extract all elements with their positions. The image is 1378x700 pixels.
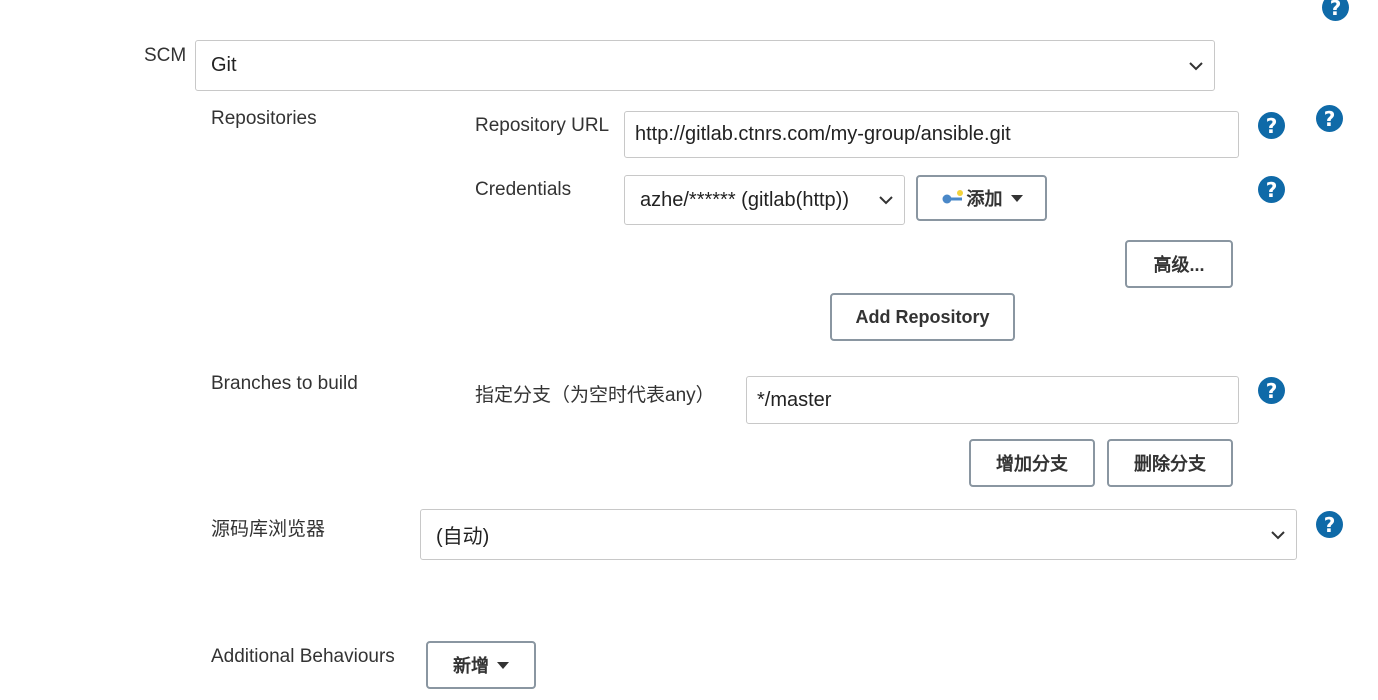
chevron-down-icon [1189,61,1203,70]
repo-browser-select[interactable]: (自动) [420,509,1297,560]
repository-url-label: Repository URL [475,115,610,136]
help-icon[interactable]: ? [1258,176,1285,203]
add-repository-button[interactable]: Add Repository [830,293,1015,341]
help-icon[interactable]: ? [1258,377,1285,404]
scm-label: SCM [144,45,187,66]
credentials-selected-value: azhe/****** (gitlab(http)) [640,188,849,211]
scm-selected-value: Git [211,54,237,76]
help-icon[interactable]: ? [1316,511,1343,538]
repository-url-value: http://gitlab.ctnrs.com/my-group/ansible… [635,123,1011,145]
repositories-label: Repositories [211,108,317,129]
repo-browser-label: 源码库浏览器 [211,519,326,540]
add-behaviour-button[interactable]: 新增 [426,641,536,689]
branch-specifier-label: 指定分支（为空时代表any） [475,385,715,406]
chevron-down-icon [879,196,893,205]
additional-behaviours-label: Additional Behaviours [211,646,395,667]
caret-down-icon [497,661,509,669]
key-icon [942,190,963,204]
branch-specifier-input[interactable]: */master [746,376,1239,424]
repository-url-input[interactable]: http://gitlab.ctnrs.com/my-group/ansible… [624,111,1239,158]
add-branch-button[interactable]: 增加分支 [969,439,1095,487]
chevron-down-icon [1271,530,1285,539]
help-icon[interactable]: ? [1322,0,1349,21]
credentials-select[interactable]: azhe/****** (gitlab(http)) [624,175,905,225]
add-credentials-label: 添加 [966,189,1003,209]
repo-browser-selected-value: (自动) [436,526,490,548]
credentials-label: Credentials [475,179,572,200]
branches-label: Branches to build [211,373,358,394]
scm-select[interactable]: Git [195,40,1215,91]
help-icon[interactable]: ? [1258,112,1285,139]
branch-specifier-value: */master [757,388,832,411]
advanced-button[interactable]: 高级... [1125,240,1233,288]
help-icon[interactable]: ? [1316,105,1343,132]
caret-down-icon [1010,194,1023,202]
delete-branch-button[interactable]: 删除分支 [1107,439,1233,487]
add-credentials-button[interactable]: 添加 [916,175,1047,221]
